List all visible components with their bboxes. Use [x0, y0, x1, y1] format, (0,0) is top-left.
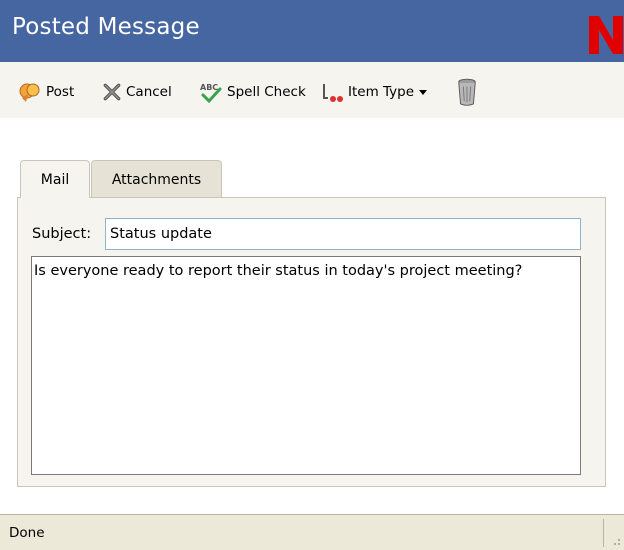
- window-title: Posted Message: [12, 14, 200, 40]
- spell-check-icon: ABC: [200, 83, 222, 104]
- cancel-button[interactable]: Cancel: [102, 80, 172, 104]
- cancel-label: Cancel: [126, 84, 172, 100]
- tab-attachments[interactable]: Attachments: [91, 160, 222, 198]
- novell-logo: [589, 16, 623, 54]
- delete-button[interactable]: [456, 76, 478, 108]
- svg-text:ABC: ABC: [200, 83, 218, 92]
- cancel-icon: [103, 83, 121, 101]
- subject-input[interactable]: [105, 218, 581, 250]
- item-type-label: Item Type: [348, 84, 415, 100]
- subject-label: Subject:: [32, 226, 92, 242]
- title-bar: Posted Message: [0, 0, 624, 62]
- item-type-icon: [323, 84, 343, 102]
- status-text: Done: [9, 525, 45, 541]
- post-button[interactable]: Post: [18, 80, 74, 104]
- post-label: Post: [46, 84, 75, 100]
- spell-check-button[interactable]: ABC Spell Check: [199, 80, 306, 104]
- message-body[interactable]: Is everyone ready to report their status…: [31, 256, 581, 475]
- tab-mail[interactable]: Mail: [20, 160, 90, 198]
- post-icon: [19, 83, 40, 102]
- item-type-button[interactable]: Item Type: [320, 80, 428, 104]
- chevron-down-icon: [419, 90, 428, 95]
- resize-grip-icon[interactable]: [608, 531, 622, 547]
- tab-attachments-label: Attachments: [111, 171, 202, 188]
- status-bar: Done: [0, 514, 624, 550]
- toolbar: Post Cancel ABC Spell Check Item Type: [0, 62, 624, 119]
- tab-mail-label: Mail: [40, 171, 70, 188]
- status-divider: [603, 519, 604, 547]
- trash-icon: [458, 78, 476, 106]
- spell-check-label: Spell Check: [227, 84, 306, 100]
